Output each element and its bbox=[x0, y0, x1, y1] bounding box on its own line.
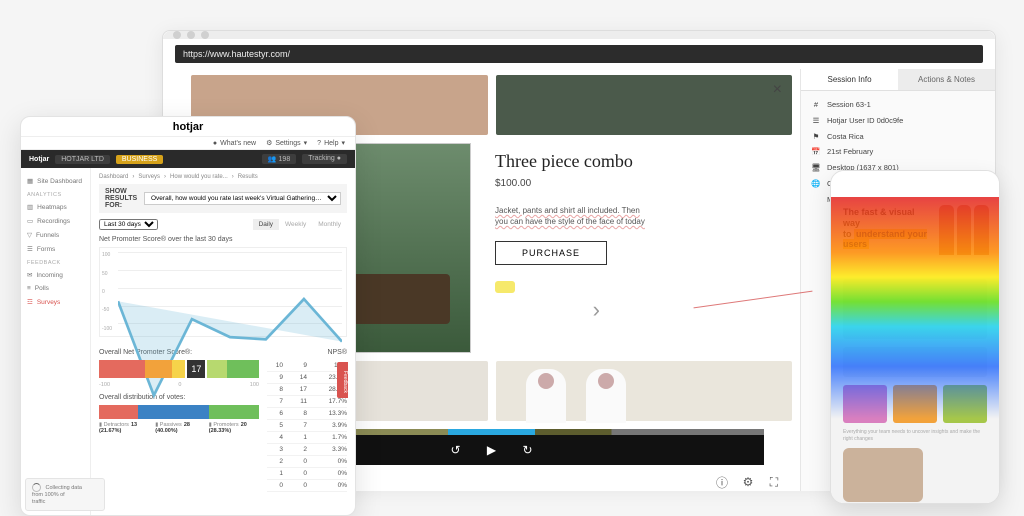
hash-icon: # bbox=[811, 99, 821, 112]
fullscreen-icon[interactable]: ⛶ bbox=[768, 476, 780, 488]
dashboard-sidebar: ▦ Site Dashboard ANALYTICS ▥ Heatmaps ▭ … bbox=[21, 168, 91, 515]
product-price: $100.00 bbox=[495, 178, 780, 189]
table-row: 71117.7% bbox=[267, 396, 347, 408]
hero-illustration bbox=[939, 205, 989, 255]
browser-icon: 🌐 bbox=[811, 178, 821, 191]
org-pill[interactable]: HOTJAR LTD bbox=[55, 155, 110, 164]
results-label: SHOW RESULTS FOR: bbox=[105, 188, 138, 209]
breadcrumb: Dashboard›Surveys›How would you rate...›… bbox=[99, 174, 347, 180]
product-info: Three piece combo $100.00 Jacket, pants … bbox=[483, 143, 792, 353]
close-icon[interactable]: × bbox=[773, 81, 782, 99]
sidebar-group-label: ANALYTICS bbox=[27, 192, 84, 198]
collector-widget[interactable]: Collecting data from 100% of traffic bbox=[25, 478, 105, 511]
granularity-tabs: Daily Weekly Monthly bbox=[253, 219, 347, 230]
rewind-icon[interactable]: ↺ bbox=[450, 444, 462, 456]
user-icon: ☰ bbox=[811, 115, 821, 128]
nps-value-marker: 17 bbox=[185, 358, 207, 380]
dashboard-panel: hotjar ● What's new ⚙ Settings ▾ ? Help … bbox=[20, 116, 356, 516]
brand-name: Hotjar bbox=[29, 156, 49, 163]
sidebar-item-surveys[interactable]: ☲ Surveys bbox=[27, 295, 84, 309]
traffic-light-dot bbox=[187, 31, 195, 39]
org-strip: Hotjar HOTJAR LTD BUSINESS 👥 198 Trackin… bbox=[21, 150, 355, 168]
table-row: 200% bbox=[267, 456, 347, 468]
brand-logo: hotjar bbox=[173, 121, 204, 133]
nps-table: Feedback 10919%91423.3%81728.3%71117.7%6… bbox=[267, 360, 347, 492]
sidebar-item-incoming[interactable]: ✉ Incoming bbox=[27, 268, 84, 282]
session-user: Hotjar User ID 0d0c9fe bbox=[827, 115, 903, 128]
dashboard-main: Dashboard›Surveys›How would you rate...›… bbox=[91, 168, 355, 515]
whats-new-link[interactable]: ● What's new bbox=[213, 139, 256, 147]
plan-pill: BUSINESS bbox=[116, 155, 163, 164]
sidebar-item-heatmaps[interactable]: ▥ Heatmaps bbox=[27, 200, 84, 214]
dashboard-header: hotjar bbox=[21, 117, 355, 137]
purchase-button[interactable]: PURCHASE bbox=[495, 241, 607, 265]
next-session-icon[interactable]: › bbox=[593, 297, 600, 323]
photo-block bbox=[843, 448, 923, 502]
flag-icon: ⚑ bbox=[811, 131, 821, 144]
table-header: NPS® bbox=[267, 349, 347, 356]
sidebar-item-funnels[interactable]: ▽ Funnels bbox=[27, 228, 84, 242]
session-date: 21st February bbox=[827, 146, 873, 159]
counter-pill[interactable]: 👥 198 bbox=[262, 154, 296, 164]
content-block bbox=[843, 347, 987, 377]
cursor-highlight bbox=[495, 281, 515, 293]
browser-chrome bbox=[163, 31, 995, 39]
question-select[interactable]: Overall, how would you rate last week's … bbox=[144, 192, 341, 205]
hero-text: The fast & visual way to understand your… bbox=[843, 207, 933, 250]
cards-row bbox=[843, 385, 987, 423]
help-link[interactable]: ? Help ▾ bbox=[317, 139, 345, 147]
product-title: Three piece combo bbox=[495, 151, 780, 172]
forward-icon[interactable]: ↻ bbox=[522, 444, 534, 456]
product-thumbnail[interactable] bbox=[496, 75, 793, 135]
session-id: Session 63-1 bbox=[827, 99, 871, 112]
settings-link[interactable]: ⚙ Settings ▾ bbox=[266, 139, 307, 147]
sidebar-item-recordings[interactable]: ▭ Recordings bbox=[27, 214, 84, 228]
product-description: Jacket, pants and shirt all included. Th… bbox=[495, 205, 645, 227]
play-icon[interactable]: ▶ bbox=[486, 444, 498, 456]
session-country: Costa Rica bbox=[827, 131, 864, 144]
table-row: 000% bbox=[267, 480, 347, 492]
sidebar-group-label: FEEDBACK bbox=[27, 260, 84, 266]
tab-weekly[interactable]: Weekly bbox=[279, 219, 312, 230]
spinner-icon bbox=[32, 483, 41, 492]
calendar-icon: 📅 bbox=[811, 146, 821, 159]
tab-monthly[interactable]: Monthly bbox=[312, 219, 347, 230]
results-filter-bar: SHOW RESULTS FOR: Overall, how would you… bbox=[99, 184, 347, 213]
tab-session-info[interactable]: Session Info bbox=[801, 69, 898, 91]
info-icon[interactable]: ⓘ bbox=[716, 476, 728, 488]
sidebar-item-polls[interactable]: ≡ Polls bbox=[27, 282, 84, 295]
table-row: 100% bbox=[267, 468, 347, 480]
sidebar-item-dashboard[interactable]: ▦ Site Dashboard bbox=[27, 174, 84, 188]
table-row: 411.7% bbox=[267, 432, 347, 444]
tab-actions-notes[interactable]: Actions & Notes bbox=[898, 69, 995, 91]
tracking-pill[interactable]: Tracking ● bbox=[302, 154, 347, 164]
nps-gauge: 17 bbox=[99, 360, 259, 378]
heatmap-device: The fast & visual way to understand your… bbox=[830, 170, 1000, 504]
table-row: 6813.3% bbox=[267, 408, 347, 420]
monitor-icon: 🖥 bbox=[811, 162, 821, 175]
table-row: 10919% bbox=[267, 360, 347, 372]
table-row: 573.9% bbox=[267, 420, 347, 432]
tab-daily[interactable]: Daily bbox=[253, 219, 279, 230]
chart-title: Net Promoter Score® over the last 30 day… bbox=[99, 236, 347, 243]
address-bar[interactable]: https://www.hautestyr.com/ bbox=[175, 45, 983, 63]
product-thumbnail[interactable] bbox=[496, 361, 793, 421]
table-row: 323.3% bbox=[267, 444, 347, 456]
date-range-select[interactable]: Last 30 days bbox=[99, 219, 158, 230]
traffic-light-dot bbox=[173, 31, 181, 39]
traffic-light-dot bbox=[201, 31, 209, 39]
table-row: 91423.3% bbox=[267, 372, 347, 384]
table-row: 81728.3% bbox=[267, 384, 347, 396]
feedback-tab[interactable]: Feedback bbox=[337, 362, 348, 398]
heatmap-canvas[interactable]: The fast & visual way to understand your… bbox=[831, 197, 999, 504]
gear-icon[interactable]: ⚙ bbox=[742, 476, 754, 488]
content-block bbox=[843, 279, 987, 339]
sidebar-item-forms[interactable]: ☰ Forms bbox=[27, 242, 84, 256]
text-block: Everything your team needs to uncover in… bbox=[843, 429, 987, 442]
nps-line-chart: 100 50 0 -50 -100 bbox=[99, 247, 347, 337]
